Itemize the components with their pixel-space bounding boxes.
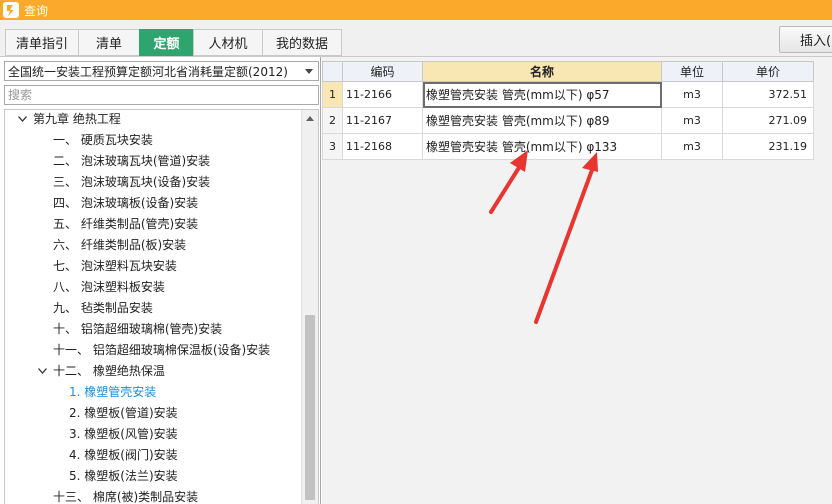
dropdown-arrow-icon[interactable]	[302, 62, 316, 80]
tree-item-label: 2. 橡塑板(管道)安装	[69, 406, 178, 420]
expand-chevron-icon[interactable]	[15, 110, 29, 129]
search-input[interactable]	[4, 85, 319, 105]
quota-list-panel: 编码 名称 单位 单价 1 11-2166 橡塑管壳安装 管壳(mm以下) φ5…	[322, 57, 832, 504]
quota-code[interactable]: 11-2168	[342, 133, 423, 160]
tree-item-label: 三、 泡沫玻璃瓦块(设备)安装	[53, 175, 211, 189]
quota-code[interactable]: 11-2166	[342, 81, 423, 108]
tree-item[interactable]: 十三、 棉席(被)类制品安装	[53, 486, 198, 504]
quota-name[interactable]: 橡塑管壳安装 管壳(mm以下) φ89	[422, 107, 662, 134]
tree-item-label: 八、 泡沫塑料板安装	[53, 280, 165, 294]
quota-code[interactable]: 11-2167	[342, 107, 423, 134]
tree-item[interactable]: 九、 毡类制品安装	[53, 297, 153, 318]
quota-unit[interactable]: m3	[661, 107, 723, 134]
tab-bill[interactable]: 清单	[78, 29, 140, 56]
column-header-code[interactable]: 编码	[342, 61, 423, 82]
quota-name[interactable]: 橡塑管壳安装 管壳(mm以下) φ133	[422, 133, 662, 160]
column-header-unit[interactable]: 单位	[661, 61, 723, 82]
tree-item[interactable]: 十、 铝箔超细玻璃棉(管壳)安装	[53, 318, 222, 339]
tree-item[interactable]: 五、 纤维类制品(管壳)安装	[53, 213, 198, 234]
tab-quota[interactable]: 定额	[139, 29, 194, 56]
grid-header-row: 编码 名称 单位 单价	[322, 61, 814, 82]
tree-item-label: 四、 泡沫玻璃板(设备)安装	[53, 196, 199, 210]
tree-item[interactable]: 十二、 橡塑绝热保温	[35, 360, 165, 381]
quota-tree-panel: 全国统一安装工程预算定额河北省消耗量定额(2012) 第九章 绝热工程一、 硬质…	[0, 57, 321, 504]
tree-item-label: 六、 纤维类制品(板)安装	[53, 238, 187, 252]
tree-item-label: 第九章 绝热工程	[33, 112, 121, 126]
scroll-thumb[interactable]	[305, 315, 315, 500]
tree-item[interactable]: 六、 纤维类制品(板)安装	[53, 234, 186, 255]
quota-library-select[interactable]: 全国统一安装工程预算定额河北省消耗量定额(2012)	[4, 61, 319, 81]
table-row[interactable]: 1 11-2166 橡塑管壳安装 管壳(mm以下) φ57 m3 372.51	[322, 81, 814, 108]
tree-item[interactable]: 二、 泡沫玻璃瓦块(管道)安装	[53, 150, 210, 171]
quota-price[interactable]: 231.19	[722, 133, 814, 160]
quota-library-value: 全国统一安装工程预算定额河北省消耗量定额(2012)	[8, 64, 288, 79]
tree-item[interactable]: 2. 橡塑板(管道)安装	[69, 402, 178, 423]
tree-item-label: 九、 毡类制品安装	[53, 301, 153, 315]
title-bar: 查询	[0, 0, 832, 20]
tree-item[interactable]: 一、 硬质瓦块安装	[53, 129, 153, 150]
tree-item-label: 1. 橡塑管壳安装	[69, 385, 157, 399]
tree-scrollbar[interactable]	[301, 110, 318, 504]
tree-item-label: 五、 纤维类制品(管壳)安装	[53, 217, 199, 231]
quota-unit[interactable]: m3	[661, 81, 723, 108]
expand-chevron-icon[interactable]	[35, 360, 49, 381]
quota-unit[interactable]: m3	[661, 133, 723, 160]
column-header-index	[322, 61, 343, 82]
quota-price[interactable]: 372.51	[722, 81, 814, 108]
tab-labor-material-machine[interactable]: 人材机	[193, 29, 263, 56]
tree-item[interactable]: 第九章 绝热工程	[15, 110, 121, 129]
app-logo-icon	[3, 2, 19, 18]
row-index: 3	[322, 133, 343, 160]
quota-price[interactable]: 271.09	[722, 107, 814, 134]
quota-grid: 编码 名称 单位 单价 1 11-2166 橡塑管壳安装 管壳(mm以下) φ5…	[322, 61, 814, 160]
tree-item-label: 5. 橡塑板(法兰)安装	[69, 469, 178, 483]
tab-bar: 清单指引 清单 定额 人材机 我的数据 插入(I)	[0, 20, 832, 57]
tree-item-label: 十三、 棉席(被)类制品安装	[53, 490, 199, 504]
tree-item-label: 4. 橡塑板(阀门)安装	[69, 448, 178, 462]
tab-my-data[interactable]: 我的数据	[262, 29, 342, 56]
tree-item[interactable]: 三、 泡沫玻璃瓦块(设备)安装	[53, 171, 210, 192]
table-row[interactable]: 2 11-2167 橡塑管壳安装 管壳(mm以下) φ89 m3 271.09	[322, 107, 814, 134]
tree-item-label: 七、 泡沫塑料瓦块安装	[53, 259, 177, 273]
tree-item-label: 一、 硬质瓦块安装	[53, 133, 153, 147]
tree-item-label: 3. 橡塑板(风管)安装	[69, 427, 178, 441]
tree-item[interactable]: 四、 泡沫玻璃板(设备)安装	[53, 192, 198, 213]
scroll-up-icon[interactable]	[302, 110, 318, 127]
window-title: 查询	[24, 3, 49, 18]
table-row[interactable]: 3 11-2168 橡塑管壳安装 管壳(mm以下) φ133 m3 231.19	[322, 133, 814, 160]
column-header-name[interactable]: 名称	[422, 61, 662, 82]
tree-item-label: 十一、 铝箔超细玻璃棉保温板(设备)安装	[53, 343, 271, 357]
insert-button[interactable]: 插入(I)	[779, 26, 832, 53]
tree-item[interactable]: 3. 橡塑板(风管)安装	[69, 423, 178, 444]
row-index: 2	[322, 107, 343, 134]
tree-item[interactable]: 4. 橡塑板(阀门)安装	[69, 444, 178, 465]
row-index: 1	[322, 81, 343, 108]
tree-item[interactable]: 八、 泡沫塑料板安装	[53, 276, 165, 297]
tree-item-label: 二、 泡沫玻璃瓦块(管道)安装	[53, 154, 211, 168]
tree-item-label: 十、 铝箔超细玻璃棉(管壳)安装	[53, 322, 223, 336]
tree-item[interactable]: 十一、 铝箔超细玻璃棉保温板(设备)安装	[53, 339, 270, 360]
column-header-price[interactable]: 单价	[722, 61, 814, 82]
tree-item[interactable]: 七、 泡沫塑料瓦块安装	[53, 255, 177, 276]
tree-item-label: 十二、 橡塑绝热保温	[53, 364, 165, 378]
tab-bill-guide[interactable]: 清单指引	[5, 29, 79, 56]
chapter-tree: 第九章 绝热工程一、 硬质瓦块安装二、 泡沫玻璃瓦块(管道)安装 三、 泡沫玻璃瓦…	[4, 109, 319, 504]
quota-name[interactable]: 橡塑管壳安装 管壳(mm以下) φ57	[422, 81, 662, 108]
tree-item[interactable]: 1. 橡塑管壳安装	[69, 381, 156, 402]
tree-item[interactable]: 5. 橡塑板(法兰)安装	[69, 465, 178, 486]
